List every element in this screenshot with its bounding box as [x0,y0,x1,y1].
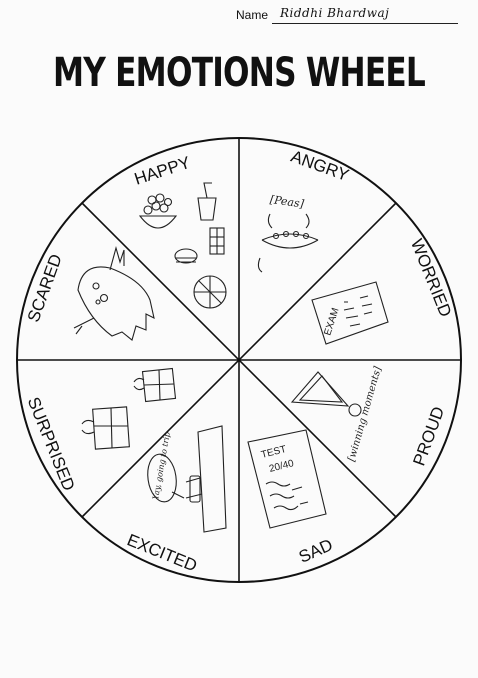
fruit-bowl-icon [138,215,178,229]
peas-text: [Peas] [269,193,305,211]
ghost-icon [77,266,155,341]
label-proud: PROUD [409,404,448,468]
worried-drawings: EXAM [311,281,389,345]
speech-text: Yay, going to trip [151,431,172,500]
happy-drawings [138,182,227,309]
proud-drawings: [winning moments] [290,365,384,463]
winning-moments-text: [winning moments] [346,365,384,462]
car-icon [197,425,227,533]
exam-text: EXAM [322,307,341,337]
pizza-icon [193,275,227,309]
emotions-wheel: HAPPY ANGRY WORRIED PROUD SAD EXCITED SU… [16,137,462,583]
drink-cup-icon [197,197,217,221]
plate-of-peas-icon [261,233,319,249]
chocolate-bar-icon [209,227,225,255]
test-score-text: 20/40 [268,458,295,475]
sad-drawings: TEST 20/40 [247,429,327,529]
label-scared: SCARED [24,252,66,325]
scared-drawings [73,245,155,341]
test-text: TEST [260,444,287,461]
angry-drawings: [Peas] [257,193,319,273]
test-paper-icon [247,429,327,529]
burger-icon [174,248,198,264]
gift-box-icon-2 [81,406,130,450]
label-happy: HAPPY [132,153,193,189]
gift-box-icon [133,367,177,403]
